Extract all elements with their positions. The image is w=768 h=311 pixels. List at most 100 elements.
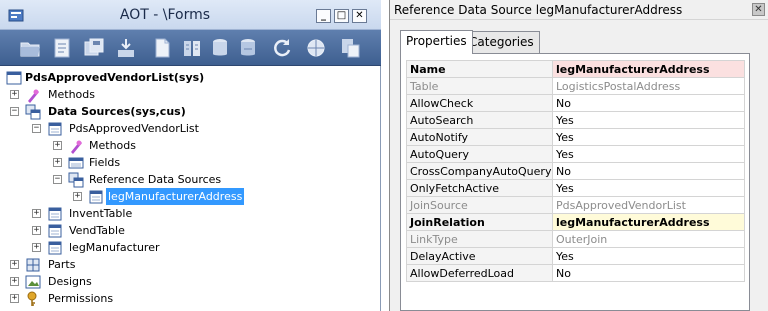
property-row-autoquery[interactable]: AutoQuery Yes (406, 145, 745, 163)
property-value[interactable]: Yes (552, 111, 745, 129)
property-key: Table (406, 77, 553, 95)
property-value[interactable]: No (552, 162, 745, 180)
property-key: JoinSource (406, 196, 553, 214)
properties-title: Reference Data Source legManufacturerAdd… (394, 3, 683, 17)
window-title: AOT - \Forms (119, 7, 211, 23)
tree-label: Data Sources(sys,cus) (48, 105, 186, 118)
collapse-icon[interactable]: − (10, 107, 19, 116)
expand-icon[interactable]: + (32, 243, 41, 252)
property-row-allowdeferredload[interactable]: AllowDeferredLoad No (406, 264, 745, 282)
property-row-linktype[interactable]: LinkType OuterJoin (406, 230, 745, 248)
property-key: AllowCheck (406, 94, 553, 112)
aot-window: AOT - \Forms _ □ ✕ PdsApprovedVendorList… (0, 0, 381, 311)
sync-icon[interactable] (236, 36, 260, 60)
maximize-button[interactable]: □ (334, 9, 349, 23)
expand-icon[interactable]: + (32, 226, 41, 235)
expand-icon[interactable]: + (53, 141, 62, 150)
property-key: JoinRelation (406, 213, 553, 231)
property-value[interactable]: PdsApprovedVendorList (552, 196, 745, 214)
properties-window: Reference Data Source legManufacturerAdd… (389, 0, 768, 311)
expand-icon[interactable]: + (10, 277, 19, 286)
property-grid: Name legManufacturerAddress Table Logist… (406, 60, 745, 282)
fields-icon (68, 157, 84, 169)
methods-icon (28, 89, 39, 103)
property-value[interactable]: No (552, 94, 745, 112)
property-row-table[interactable]: Table LogisticsPostalAddress (406, 77, 745, 95)
property-value[interactable]: Yes (552, 247, 745, 265)
properties-titlebar[interactable]: Reference Data Source legManufacturerAdd… (390, 0, 768, 20)
datasource-icon (48, 122, 62, 136)
tree-label: Parts (48, 258, 76, 271)
property-row-autosearch[interactable]: AutoSearch Yes (406, 111, 745, 129)
data-sources-icon (25, 104, 41, 120)
properties-close-button[interactable]: ✕ (752, 3, 765, 16)
tab-categories[interactable]: Categories (463, 31, 540, 53)
open-icon[interactable] (18, 36, 42, 60)
expand-icon[interactable]: + (10, 260, 19, 269)
property-key: AutoSearch (406, 111, 553, 129)
expand-icon[interactable]: + (32, 209, 41, 218)
minimize-button[interactable]: _ (316, 9, 331, 23)
property-key: AutoQuery (406, 145, 553, 163)
property-key: DelayActive (406, 247, 553, 265)
property-key: CrossCompanyAutoQuery (406, 162, 553, 180)
property-value[interactable]: OuterJoin (552, 230, 745, 248)
property-row-crosscompanyautoquery[interactable]: CrossCompanyAutoQuery No (406, 162, 745, 180)
aot-titlebar[interactable]: AOT - \Forms _ □ ✕ (0, 0, 381, 30)
property-value[interactable]: legManufacturerAddress (552, 60, 745, 78)
property-row-joinrelation[interactable]: JoinRelation legManufacturerAddress (406, 213, 745, 231)
property-value[interactable]: LogisticsPostalAddress (552, 77, 745, 95)
tree-label: PdsApprovedVendorList(sys) (25, 71, 205, 84)
compile-icon[interactable] (180, 36, 204, 60)
datasource-icon (48, 224, 62, 238)
aot-tree: PdsApprovedVendorList(sys) + Methods − D… (0, 66, 380, 311)
form-icon (6, 71, 22, 85)
find-icon[interactable] (304, 36, 328, 60)
tree-label: Methods (48, 88, 95, 101)
collapse-icon[interactable]: − (53, 175, 62, 184)
property-row-delayactive[interactable]: DelayActive Yes (406, 247, 745, 265)
property-value[interactable]: Yes (552, 128, 745, 146)
property-row-name[interactable]: Name legManufacturerAddress (406, 60, 745, 78)
parts-icon (26, 258, 40, 272)
tree-label: PdsApprovedVendorList (69, 122, 199, 135)
property-key: AllowDeferredLoad (406, 264, 553, 282)
datasource-icon (48, 241, 62, 255)
property-row-autonotify[interactable]: AutoNotify Yes (406, 128, 745, 146)
property-row-onlyfetchactive[interactable]: OnlyFetchActive Yes (406, 179, 745, 197)
property-value[interactable]: Yes (552, 145, 745, 163)
tree-label: InventTable (69, 207, 133, 220)
save-all-icon[interactable] (82, 36, 106, 60)
expand-icon[interactable]: + (10, 90, 19, 99)
new-icon[interactable] (150, 36, 174, 60)
restore-icon[interactable] (208, 36, 232, 60)
tree-label-selected: legManufacturerAddress (106, 188, 245, 205)
version-control-icon[interactable] (338, 36, 362, 60)
methods-icon (71, 140, 82, 154)
tree-label: VendTable (69, 224, 125, 237)
properties-icon[interactable] (50, 36, 74, 60)
property-row-joinsource[interactable]: JoinSource PdsApprovedVendorList (406, 196, 745, 214)
tab-properties[interactable]: Properties (400, 30, 473, 54)
designs-icon (25, 275, 41, 289)
property-grid-frame: Name legManufacturerAddress Table Logist… (400, 53, 750, 311)
expand-icon[interactable]: + (73, 192, 82, 201)
property-value[interactable]: No (552, 264, 745, 282)
collapse-icon[interactable]: − (32, 124, 41, 133)
datasource-icon (89, 190, 103, 204)
property-value[interactable]: legManufacturerAddress (552, 213, 745, 231)
datasource-icon (48, 207, 62, 221)
aot-toolbar (0, 30, 381, 66)
property-row-allowcheck[interactable]: AllowCheck No (406, 94, 745, 112)
expand-icon[interactable]: + (10, 294, 19, 303)
close-button[interactable]: ✕ (352, 9, 367, 23)
reference-data-sources-icon (68, 172, 84, 188)
property-key: AutoNotify (406, 128, 553, 146)
refresh-icon[interactable] (270, 36, 294, 60)
expand-icon[interactable]: + (53, 158, 62, 167)
property-value[interactable]: Yes (552, 179, 745, 197)
tree-label: Designs (48, 275, 92, 288)
import-icon[interactable] (114, 36, 138, 60)
tree-label: Reference Data Sources (89, 173, 222, 186)
tree-label: Permissions (48, 292, 114, 305)
